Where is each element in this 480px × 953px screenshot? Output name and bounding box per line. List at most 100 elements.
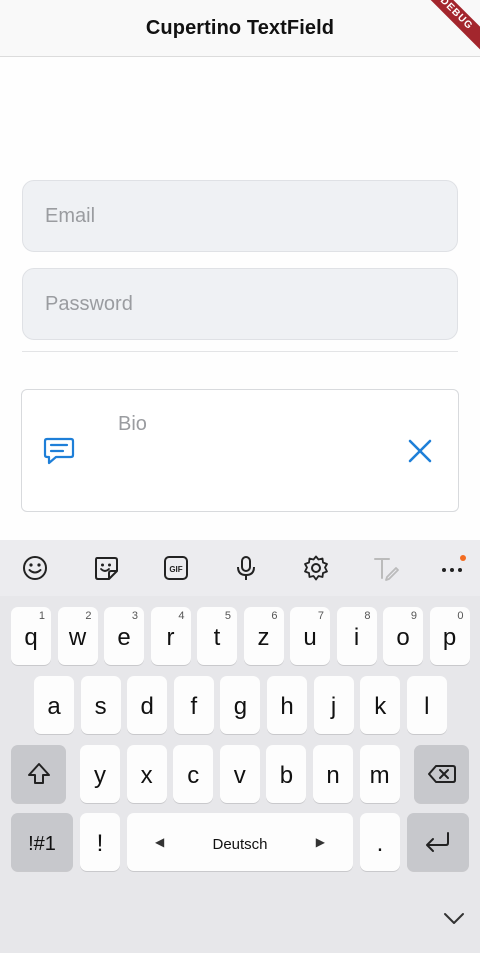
key-j[interactable]: j bbox=[313, 676, 354, 734]
key-hint: 8 bbox=[364, 610, 371, 622]
chevron-down-icon[interactable] bbox=[441, 905, 467, 931]
password-field[interactable]: Password bbox=[22, 268, 458, 340]
key-n[interactable]: n bbox=[313, 745, 353, 803]
key-label: f bbox=[190, 693, 198, 720]
key-v[interactable]: v bbox=[219, 745, 260, 803]
key-hint: 4 bbox=[178, 610, 185, 622]
key-h[interactable]: h bbox=[267, 676, 307, 734]
key-a[interactable]: a bbox=[34, 676, 74, 734]
key-label: u bbox=[303, 624, 317, 651]
key-e[interactable]: 3e bbox=[104, 607, 144, 665]
key-g[interactable]: g bbox=[220, 676, 261, 734]
key-l[interactable]: l bbox=[406, 676, 447, 734]
key-label: i bbox=[353, 624, 360, 651]
key-m[interactable]: m bbox=[359, 745, 400, 803]
nav-bar: Cupertino TextField DEBUG bbox=[0, 0, 480, 57]
sticker-icon[interactable] bbox=[91, 553, 121, 583]
soft-keyboard: GIF 1q2w3e4r5t6z7u8i9o0pasdfghjklyxcvbnm… bbox=[0, 540, 480, 953]
backspace-key[interactable] bbox=[414, 745, 469, 803]
bio-field[interactable]: Bio bbox=[21, 389, 459, 512]
key-r[interactable]: 4r bbox=[150, 607, 191, 665]
divider bbox=[22, 351, 458, 352]
key-k[interactable]: k bbox=[360, 676, 401, 734]
key-x[interactable]: x bbox=[126, 745, 167, 803]
app-screen: Cupertino TextField DEBUG Email Password… bbox=[0, 0, 480, 953]
key-label: k bbox=[374, 693, 387, 720]
page-title: Cupertino TextField bbox=[145, 16, 335, 39]
debug-banner: DEBUG bbox=[420, 0, 480, 60]
key-label: h bbox=[280, 693, 294, 720]
key-label: v bbox=[233, 762, 246, 789]
key-f[interactable]: f bbox=[173, 676, 214, 734]
enter-icon bbox=[426, 832, 449, 852]
key-label: b bbox=[279, 762, 294, 789]
key-i[interactable]: 8i bbox=[336, 607, 377, 665]
settings-icon[interactable] bbox=[301, 553, 331, 583]
key-label: ! bbox=[96, 830, 104, 857]
key-y[interactable]: y bbox=[80, 745, 120, 803]
gif-label: GIF bbox=[169, 565, 182, 574]
keyboard-toolbar: GIF bbox=[0, 540, 480, 596]
gif-icon[interactable]: GIF bbox=[161, 553, 191, 583]
key-label: a bbox=[47, 693, 61, 720]
clear-icon[interactable] bbox=[406, 437, 434, 465]
key-label: e bbox=[117, 624, 131, 651]
key-label: w bbox=[68, 624, 87, 651]
key-label: g bbox=[233, 693, 248, 720]
shift-icon bbox=[27, 763, 50, 784]
key-w[interactable]: 2w bbox=[57, 607, 98, 665]
bio-placeholder: Bio bbox=[118, 413, 147, 435]
key-hint: 5 bbox=[224, 610, 231, 622]
space-key[interactable]: Deutsch ◀ ▶ bbox=[127, 813, 353, 871]
key-s[interactable]: s bbox=[80, 676, 121, 734]
key-label: r bbox=[166, 624, 175, 651]
key-hint: 6 bbox=[271, 610, 278, 622]
key-label: l bbox=[424, 693, 430, 720]
emoji-icon[interactable] bbox=[20, 553, 50, 583]
shift-key[interactable] bbox=[11, 745, 66, 803]
exclamation-key[interactable]: ! bbox=[80, 813, 120, 871]
period-key[interactable]: . bbox=[360, 813, 400, 871]
debug-banner-label: DEBUG bbox=[420, 0, 480, 56]
key-label: q bbox=[24, 624, 38, 651]
key-label: t bbox=[213, 624, 221, 651]
key-label: o bbox=[396, 624, 410, 651]
text-edit-icon bbox=[371, 553, 401, 583]
key-hint: 0 bbox=[457, 610, 464, 622]
key-label: z bbox=[257, 624, 270, 651]
key-u[interactable]: 7u bbox=[290, 607, 330, 665]
key-hint: 7 bbox=[317, 610, 324, 622]
email-field[interactable]: Email bbox=[22, 180, 458, 252]
left-arrow-icon: ◀ bbox=[155, 835, 165, 849]
key-hint: 3 bbox=[131, 610, 138, 622]
key-label: s bbox=[94, 693, 107, 720]
key-label: !#1 bbox=[28, 832, 56, 855]
key-z[interactable]: 6z bbox=[243, 607, 284, 665]
key-label: x bbox=[140, 762, 153, 789]
more-icon[interactable] bbox=[437, 553, 467, 583]
key-b[interactable]: b bbox=[266, 745, 307, 803]
key-hint: 2 bbox=[85, 610, 92, 622]
key-q[interactable]: 1q bbox=[11, 607, 51, 665]
symbols-key[interactable]: !#1 bbox=[11, 813, 73, 871]
key-d[interactable]: d bbox=[127, 676, 168, 734]
password-placeholder: Password bbox=[45, 292, 133, 315]
chat-bubble-icon bbox=[43, 437, 75, 465]
key-hint: 9 bbox=[410, 610, 417, 622]
backspace-icon bbox=[427, 765, 456, 783]
key-label: d bbox=[140, 693, 154, 720]
enter-key[interactable] bbox=[407, 813, 469, 871]
key-o[interactable]: 9o bbox=[383, 607, 423, 665]
key-t[interactable]: 5t bbox=[197, 607, 237, 665]
email-placeholder: Email bbox=[45, 204, 96, 227]
key-label: j bbox=[330, 693, 337, 720]
key-c[interactable]: c bbox=[173, 745, 214, 803]
key-label: Deutsch bbox=[212, 835, 268, 853]
key-p[interactable]: 0p bbox=[429, 607, 470, 665]
key-label: p bbox=[442, 624, 457, 651]
right-arrow-icon: ▶ bbox=[315, 835, 325, 849]
key-label: c bbox=[187, 762, 200, 789]
mic-icon[interactable] bbox=[231, 553, 261, 583]
key-label: m bbox=[369, 762, 390, 789]
key-label: y bbox=[94, 762, 106, 789]
